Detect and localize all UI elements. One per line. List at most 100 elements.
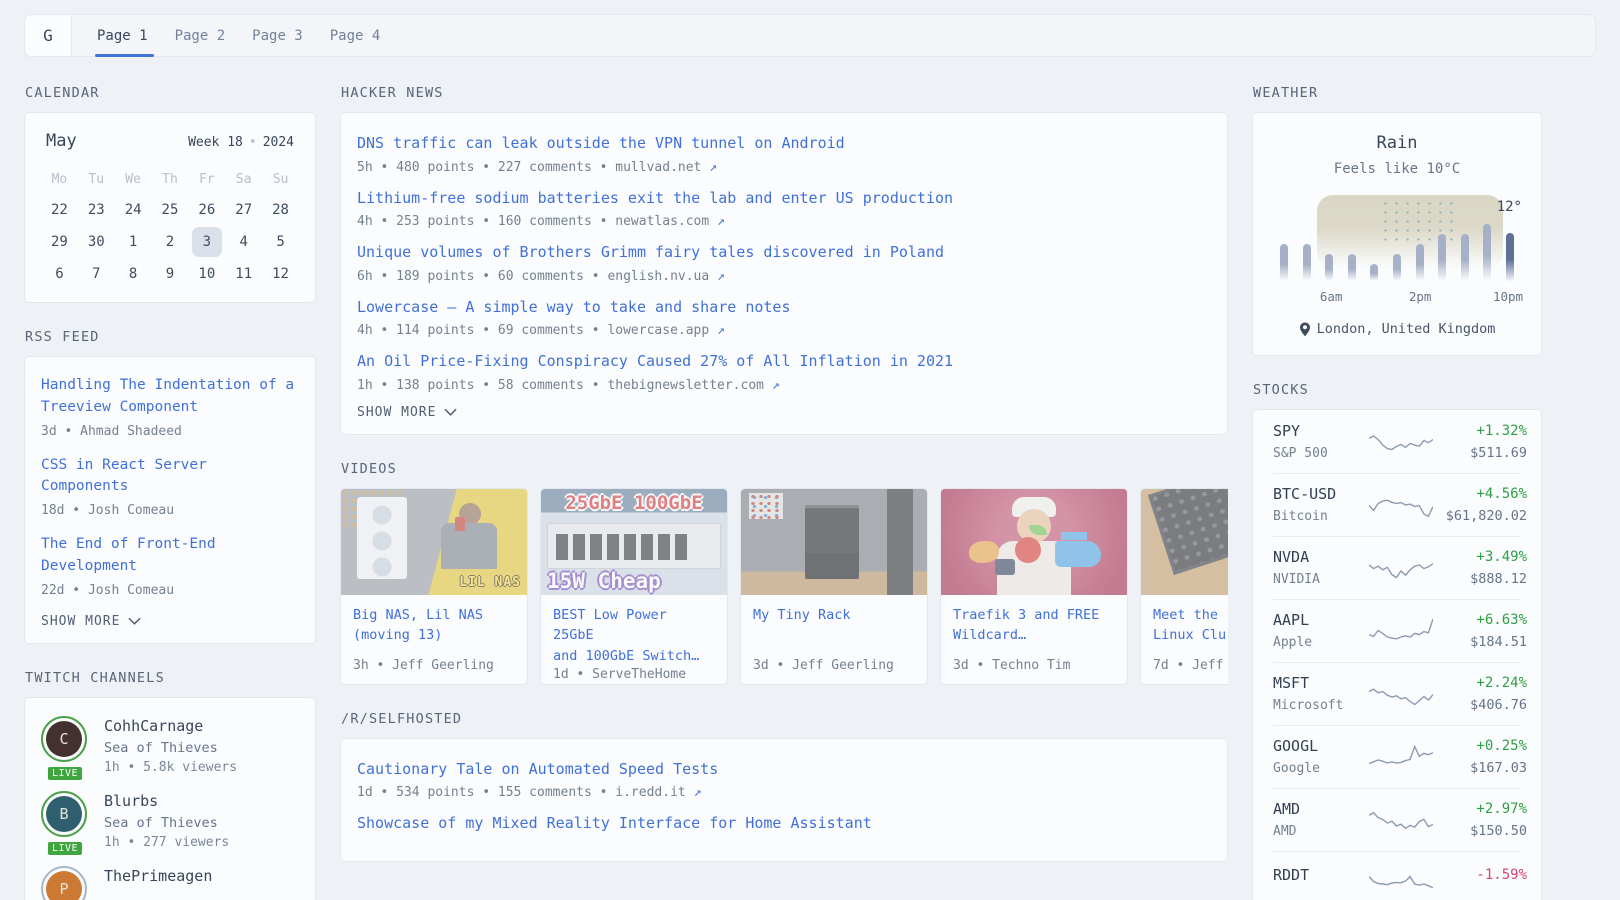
stock-row-googl[interactable]: GOOGLGoogle+0.25%$167.03: [1273, 725, 1521, 788]
tab-page-1[interactable]: Page 1: [97, 15, 148, 56]
calendar-month: May: [46, 131, 77, 151]
chevron-down-icon: [128, 617, 141, 625]
stock-name: Apple: [1273, 635, 1369, 650]
stock-change: -1.59%: [1433, 867, 1527, 883]
stock-row-aapl[interactable]: AAPLApple+6.63%$184.51: [1273, 599, 1521, 662]
stock-row-msft[interactable]: MSFTMicrosoft+2.24%$406.76: [1273, 662, 1521, 725]
external-link-icon[interactable]: ↗: [772, 378, 780, 393]
stock-change: +2.24%: [1433, 675, 1527, 691]
tab-page-4[interactable]: Page 4: [330, 15, 381, 56]
stock-ticker: GOOGL: [1273, 737, 1369, 755]
video-card[interactable]: My Tiny Rack 3d • Jeff Geerling: [740, 488, 928, 685]
hn-show-more-button[interactable]: SHOW MORE: [357, 405, 1211, 420]
video-thumbnail[interactable]: [741, 489, 927, 595]
middle-column: HACKER NEWS DNS traffic can leak outside…: [340, 85, 1228, 862]
twitch-channel-name[interactable]: ThePrimeagen: [104, 867, 212, 885]
weather-bar: [1506, 233, 1514, 281]
rss-section-label: RSS FEED: [25, 329, 316, 345]
stock-row-rddt[interactable]: RDDT-1.59%: [1273, 851, 1521, 900]
rss-item-meta: 18d • Josh Comeau: [41, 503, 299, 518]
stocks-widget: SPYS&P 500+1.32%$511.69BTC-USDBitcoin+4.…: [1252, 409, 1542, 900]
stock-name: NVIDIA: [1273, 572, 1369, 587]
twitch-channel-name[interactable]: Blurbs: [104, 792, 229, 810]
hn-item-title[interactable]: Lowercase – A simple way to take and sha…: [357, 296, 1211, 319]
calendar-day: 6: [41, 259, 78, 290]
calendar-day: 5: [262, 227, 299, 258]
weather-bar: [1348, 254, 1356, 281]
stock-row-spy[interactable]: SPYS&P 500+1.32%$511.69: [1273, 411, 1521, 473]
stock-price: $888.12: [1433, 571, 1527, 587]
tab-page-3[interactable]: Page 3: [252, 15, 303, 56]
rss-item: CSS in React Server Components 18d • Jos…: [41, 455, 299, 519]
twitch-channel-cohhcarnage[interactable]: C LIVE CohhCarnage Sea of Thieves 1h • 5…: [41, 716, 299, 775]
calendar-day: 12: [262, 259, 299, 290]
hn-item-title[interactable]: DNS traffic can leak outside the VPN tun…: [357, 132, 1211, 155]
stock-sparkline: [1369, 427, 1433, 457]
calendar-week: Week 18•2024: [188, 135, 294, 150]
video-thumbnail[interactable]: FAS: [1141, 489, 1228, 595]
external-link-icon[interactable]: ↗: [709, 160, 717, 175]
rss-show-more-button[interactable]: SHOW MORE: [41, 614, 299, 629]
rss-item-title[interactable]: The End of Front-End Development: [41, 534, 299, 578]
thumbnail-caption: LIL NAS: [459, 575, 521, 590]
calendar-grid: MoTuWeThFrSaSu22232425262728293012345678…: [41, 166, 299, 290]
calendar-section-label: CALENDAR: [25, 85, 316, 101]
video-title[interactable]: Big NAS, Lil NAS (moving 13): [353, 605, 515, 647]
rss-item-title[interactable]: Handling The Indentation of a Treeview C…: [41, 375, 299, 419]
hn-item-title[interactable]: An Oil Price-Fixing Conspiracy Caused 27…: [357, 350, 1211, 373]
twitch-channel-theprimeagen[interactable]: P ThePrimeagen: [41, 866, 299, 900]
stock-row-btc-usd[interactable]: BTC-USDBitcoin+4.56%$61,820.02: [1273, 473, 1521, 536]
twitch-channel-meta: 1h • 277 viewers: [104, 835, 229, 850]
rss-item-meta: 22d • Josh Comeau: [41, 583, 299, 598]
weather-temp-label: 12°: [1497, 199, 1522, 215]
video-thumbnail[interactable]: 25GbE 100GbE 15W Cheap: [541, 489, 727, 595]
external-link-icon[interactable]: ↗: [694, 785, 702, 800]
calendar-day-header: Mo: [41, 166, 78, 194]
calendar-day: 30: [78, 227, 115, 258]
twitch-channel-meta: 1h • 5.8k viewers: [104, 760, 237, 775]
twitch-channel-name[interactable]: CohhCarnage: [104, 717, 237, 735]
hn-item-title[interactable]: Lithium-free sodium batteries exit the l…: [357, 187, 1211, 210]
twitch-channel-blurbs[interactable]: B LIVE Blurbs Sea of Thieves 1h • 277 vi…: [41, 791, 299, 850]
video-thumbnail[interactable]: [941, 489, 1127, 595]
reddit-item-title[interactable]: Showcase of my Mixed Reality Interface f…: [357, 812, 1211, 835]
video-card[interactable]: LIL NAS Big NAS, Lil NAS (moving 13) 3h …: [340, 488, 528, 685]
hn-item: Lowercase – A simple way to take and sha…: [357, 296, 1211, 339]
stock-sparkline: [1369, 490, 1433, 520]
right-column: WEATHER Rain Feels like 10°C 12° 6am 2pm…: [1252, 85, 1542, 900]
stock-sparkline: [1369, 805, 1433, 835]
weather-bar: [1325, 254, 1333, 281]
hacker-news-widget: DNS traffic can leak outside the VPN tun…: [340, 112, 1228, 435]
weather-bar: [1461, 234, 1469, 281]
video-card[interactable]: Traefik 3 and FREE Wildcard… 3d • Techno…: [940, 488, 1128, 685]
calendar-day: 9: [152, 259, 189, 290]
reddit-item-title[interactable]: Cautionary Tale on Automated Speed Tests: [357, 758, 1211, 781]
weather-bar: [1483, 224, 1491, 281]
video-title[interactable]: My Tiny Rack: [753, 605, 915, 626]
video-thumbnail[interactable]: LIL NAS: [341, 489, 527, 595]
weather-chart: 12°: [1279, 197, 1515, 281]
hn-item-meta: 6h • 189 points • 60 comments • english.…: [357, 269, 1211, 284]
external-link-icon[interactable]: ↗: [717, 323, 725, 338]
stock-row-nvda[interactable]: NVDANVIDIA+3.49%$888.12: [1273, 536, 1521, 599]
stock-row-amd[interactable]: AMDAMD+2.97%$150.50: [1273, 788, 1521, 851]
stock-price: $406.76: [1433, 697, 1527, 713]
selfhosted-section-label: /R/SELFHOSTED: [341, 711, 1228, 727]
video-title[interactable]: Meet the Linux Clu: [1153, 605, 1228, 647]
weather-bar: [1370, 264, 1378, 281]
stock-name: AMD: [1273, 824, 1369, 839]
video-title[interactable]: BEST Low Power 25GbE and 100GbE Switch…: [553, 605, 715, 668]
video-title[interactable]: Traefik 3 and FREE Wildcard…: [953, 605, 1115, 647]
video-card[interactable]: 25GbE 100GbE 15W Cheap BEST Low Power 25…: [540, 488, 728, 685]
rss-item-title[interactable]: CSS in React Server Components: [41, 455, 299, 499]
stock-price: $61,820.02: [1433, 508, 1527, 524]
twitch-channel-game: Sea of Thieves: [104, 740, 237, 756]
hn-item-title[interactable]: Unique volumes of Brothers Grimm fairy t…: [357, 241, 1211, 264]
tab-page-2[interactable]: Page 2: [175, 15, 226, 56]
stock-name: S&P 500: [1273, 446, 1369, 461]
app-logo[interactable]: G: [25, 15, 72, 56]
external-link-icon[interactable]: ↗: [717, 214, 725, 229]
video-card[interactable]: FAS Meet the Linux Clu 7d • Jeff Geerlin…: [1140, 488, 1228, 685]
calendar-day: 22: [41, 195, 78, 226]
external-link-icon[interactable]: ↗: [717, 269, 725, 284]
